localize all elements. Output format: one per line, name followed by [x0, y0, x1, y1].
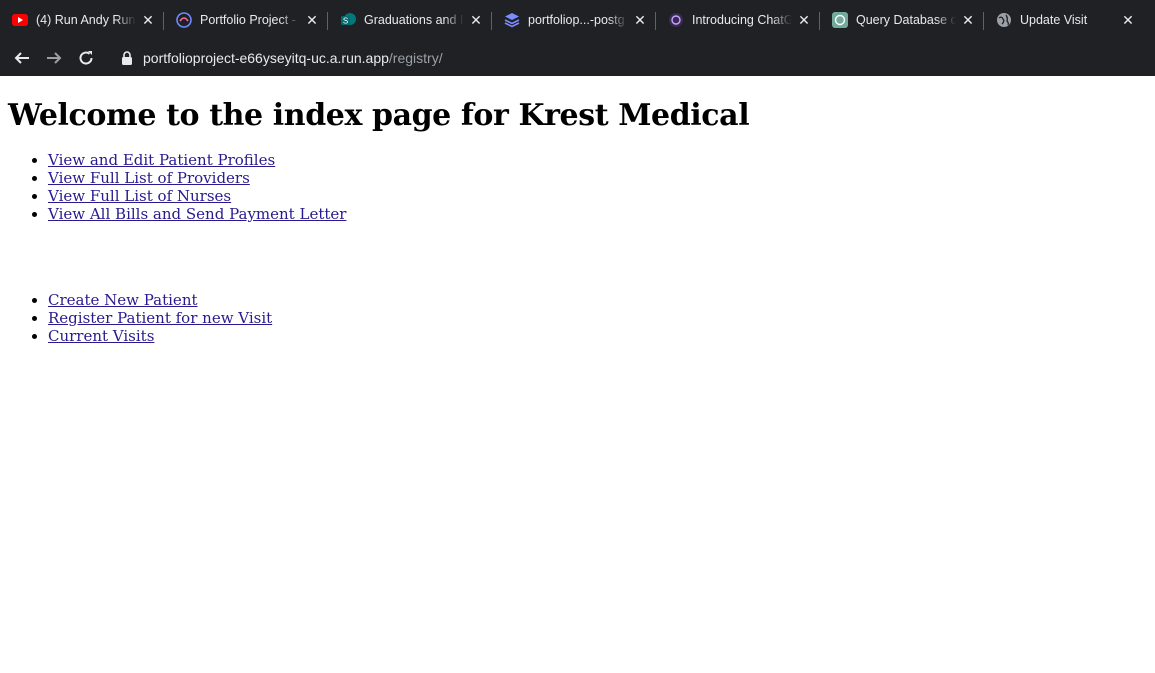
list-item: View All Bills and Send Payment Letter [48, 205, 1147, 223]
link-create-patient[interactable]: Create New Patient [48, 291, 198, 309]
list-item: Create New Patient [48, 291, 1147, 309]
tab-portfolio-postgres[interactable]: portfoliop...-postg ✕ [492, 0, 656, 40]
layers-icon [504, 12, 520, 28]
close-icon[interactable]: ✕ [468, 12, 484, 28]
svg-text:S: S [343, 17, 348, 26]
link-providers[interactable]: View Full List of Providers [48, 169, 250, 187]
list-item: View and Edit Patient Profiles [48, 151, 1147, 169]
close-icon[interactable]: ✕ [632, 12, 648, 28]
close-icon[interactable]: ✕ [960, 12, 976, 28]
list-item: View Full List of Nurses [48, 187, 1147, 205]
tab-graduations[interactable]: S Graduations and I ✕ [328, 0, 492, 40]
tab-update-visit[interactable]: Update Visit ✕ [984, 0, 1144, 40]
address-bar[interactable]: portfolioproject-e66yseyitq-uc.a.run.app… [109, 42, 1155, 74]
portfolio-icon [176, 12, 192, 28]
reload-icon [79, 51, 93, 65]
link-edit-patient-profiles[interactable]: View and Edit Patient Profiles [48, 151, 275, 169]
tab-title: (4) Run Andy Run [36, 13, 136, 27]
tab-title: Introducing ChatG [692, 13, 792, 27]
page-content: Welcome to the index page for Krest Medi… [0, 98, 1155, 345]
url-host: portfolioproject-e66yseyitq-uc.a.run.app [143, 50, 389, 66]
list-item: Current Visits [48, 327, 1147, 345]
tab-title: Update Visit [1020, 13, 1088, 27]
tab-title: Portfolio Project - [200, 13, 296, 27]
chatgpt-icon [832, 12, 848, 28]
globe-icon [996, 12, 1012, 28]
close-icon[interactable]: ✕ [140, 12, 156, 28]
back-button[interactable] [6, 42, 38, 74]
youtube-icon [12, 12, 28, 28]
arrow-left-icon [14, 52, 29, 64]
tab-title: portfoliop...-postg [528, 13, 625, 27]
reload-button[interactable] [70, 42, 102, 74]
forward-button[interactable] [38, 42, 70, 74]
url-path: /registry/ [388, 50, 443, 66]
tab-title: Graduations and I [364, 13, 464, 27]
link-bills[interactable]: View All Bills and Send Payment Letter [48, 205, 346, 223]
arrow-right-icon [47, 52, 62, 64]
list-item: View Full List of Providers [48, 169, 1147, 187]
browser-toolbar: portfolioproject-e66yseyitq-uc.a.run.app… [0, 40, 1155, 76]
page-title: Welcome to the index page for Krest Medi… [8, 98, 750, 133]
lock-icon[interactable] [119, 50, 135, 66]
link-register-visit[interactable]: Register Patient for new Visit [48, 309, 272, 327]
tab-portfolio-project[interactable]: Portfolio Project - ✕ [164, 0, 328, 40]
browser-chrome: (4) Run Andy Run ✕ Portfolio Project - ✕… [0, 0, 1155, 76]
sharepoint-icon: S [340, 12, 356, 28]
close-icon[interactable]: ✕ [1120, 12, 1136, 28]
openai-icon [668, 12, 684, 28]
list-item: Register Patient for new Visit [48, 309, 1147, 327]
link-nurses[interactable]: View Full List of Nurses [48, 187, 231, 205]
close-icon[interactable]: ✕ [304, 12, 320, 28]
secondary-links-list: Create New Patient Register Patient for … [8, 291, 1147, 345]
link-current-visits[interactable]: Current Visits [48, 327, 154, 345]
tab-query-database[interactable]: Query Database o ✕ [820, 0, 984, 40]
close-icon[interactable]: ✕ [796, 12, 812, 28]
tab-introducing-chatgpt[interactable]: Introducing ChatG ✕ [656, 0, 820, 40]
tab-title: Query Database o [856, 13, 956, 27]
primary-links-list: View and Edit Patient Profiles View Full… [8, 151, 1147, 223]
tab-youtube[interactable]: (4) Run Andy Run ✕ [0, 0, 164, 40]
tab-strip: (4) Run Andy Run ✕ Portfolio Project - ✕… [0, 0, 1155, 40]
